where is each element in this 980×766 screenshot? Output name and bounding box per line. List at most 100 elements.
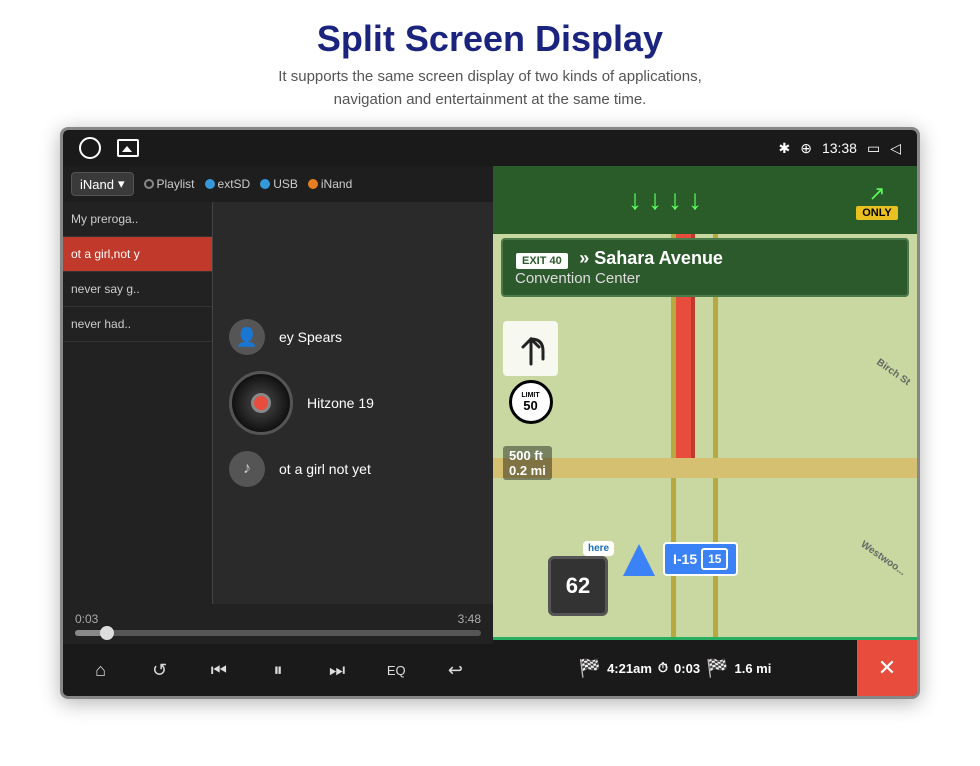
turn-icons: LIMIT 50 here — [503, 321, 558, 424]
vinyl-icon — [229, 371, 293, 435]
controls-bar: ⌂ ↺ ⏮ ⏸ ⏭ EQ ↩ — [63, 644, 493, 696]
split-area: iNand ▾ Playlist extSD USB — [63, 166, 917, 696]
eta-clock-icon: ⏱ — [658, 660, 668, 676]
progress-thumb[interactable] — [100, 626, 114, 640]
usb-radio — [260, 179, 270, 189]
source-extsd[interactable]: extSD — [205, 177, 251, 191]
image-icon — [117, 139, 139, 157]
status-bar: ✱ ⊕ 13:38 ▭ ◁ — [63, 130, 917, 166]
exit-sign: EXIT 40 » Sahara Avenue Convention Cente… — [501, 238, 909, 297]
status-bar-left — [79, 137, 139, 159]
only-arrow: ↗ — [869, 181, 886, 206]
circle-icon — [79, 137, 101, 159]
nav-bottom-bar: 🏁 4:21am ⏱ 0:03 🏁 1.6 mi ✕ — [493, 640, 917, 696]
total-time: 3:48 — [458, 612, 481, 626]
flag-end: 🏁 — [706, 658, 728, 679]
person-icon: 👤 — [229, 319, 265, 355]
page-subtitle: It supports the same screen display of t… — [0, 66, 980, 127]
turn-icon-box — [503, 321, 558, 376]
nav-arrow-1: ↓ — [628, 184, 642, 216]
eta-duration: 0:03 — [674, 661, 700, 676]
eta-time: 4:21am — [607, 661, 652, 676]
album-row: Hitzone 19 — [229, 371, 477, 435]
usb-label: USB — [273, 177, 298, 191]
source-selected-label: iNand — [80, 177, 114, 192]
only-text: ONLY — [856, 206, 898, 220]
next-button[interactable]: ⏭ — [319, 652, 355, 688]
eq-button[interactable]: EQ — [378, 652, 414, 688]
status-bar-right: ✱ ⊕ 13:38 ▭ ◁ — [778, 140, 901, 157]
nav-panel: Birch St Westwoo... ↓ ↓ ↓ ↓ ↗ ONLY EXIT … — [493, 166, 917, 696]
playlist-item-3[interactable]: never had.. — [63, 307, 212, 342]
source-playlist[interactable]: Playlist — [144, 177, 195, 191]
dist-500ft: 500 ft — [509, 448, 546, 463]
distance-text: 500 ft 0.2 mi — [503, 446, 552, 480]
nav-eta-section: 🏁 4:21am ⏱ 0:03 🏁 1.6 mi — [493, 658, 857, 679]
eta-distance: 1.6 mi — [734, 661, 771, 676]
exit-label: EXIT 40 — [515, 252, 569, 270]
nav-only-box: ↗ ONLY — [837, 166, 917, 234]
location-icon: ⊕ — [800, 140, 812, 157]
nav-arrow-3: ↓ — [668, 184, 682, 216]
inand-radio — [308, 179, 318, 189]
exit-poi: Convention Center — [515, 270, 895, 287]
here-logo: here — [583, 541, 614, 556]
back-icon: ◁ — [890, 140, 901, 157]
screen-icon: ▭ — [867, 140, 880, 157]
status-time: 13:38 — [822, 140, 857, 156]
now-playing-area: 👤 ey Spears Hitzone 19 ♪ — [213, 202, 493, 604]
playlist-item-1[interactable]: ot a girl,not y — [63, 237, 212, 272]
play-pause-button[interactable]: ⏸ — [260, 652, 296, 688]
track-info: 👤 ey Spears Hitzone 19 ♪ — [229, 319, 477, 487]
source-usb[interactable]: USB — [260, 177, 298, 191]
extsd-radio — [205, 179, 215, 189]
speed-indicator: 62 — [548, 556, 608, 616]
map-road-horizontal — [493, 458, 917, 478]
speed-limit-num: 50 — [523, 399, 537, 412]
nav-arrow-4: ↓ — [688, 184, 702, 216]
dropdown-chevron: ▾ — [118, 176, 125, 192]
flag-start: 🏁 — [579, 658, 601, 679]
music-panel: iNand ▾ Playlist extSD USB — [63, 166, 493, 696]
progress-area: 0:03 3:48 — [63, 604, 493, 644]
page-title: Split Screen Display — [0, 0, 980, 66]
speed-value: 62 — [566, 573, 590, 599]
dist-0.2mi: 0.2 mi — [509, 463, 546, 478]
device-frame: ✱ ⊕ 13:38 ▭ ◁ iNand ▾ Playlist — [60, 127, 920, 699]
highway-name: I-15 — [673, 551, 697, 567]
back-button[interactable]: ↩ — [437, 652, 473, 688]
source-options: Playlist extSD USB iNand — [144, 177, 353, 191]
artist-row: 👤 ey Spears — [229, 319, 477, 355]
music-icon: ♪ — [229, 451, 265, 487]
artist-name: ey Spears — [279, 329, 342, 345]
nav-arrows-section: ↓ ↓ ↓ ↓ — [493, 166, 837, 234]
home-button[interactable]: ⌂ — [83, 652, 119, 688]
person-symbol: 👤 — [236, 327, 258, 348]
source-bar: iNand ▾ Playlist extSD USB — [63, 166, 493, 202]
track-name: ot a girl not yet — [279, 461, 371, 477]
repeat-button[interactable]: ↺ — [142, 652, 178, 688]
source-dropdown[interactable]: iNand ▾ — [71, 172, 134, 196]
track-row: ♪ ot a girl not yet — [229, 451, 477, 487]
prev-button[interactable]: ⏮ — [201, 652, 237, 688]
playlist-label: Playlist — [157, 177, 195, 191]
speed-limit-sign: LIMIT 50 — [509, 380, 553, 424]
playlist-item-0[interactable]: My preroga.. — [63, 202, 212, 237]
turn-arrow-svg — [511, 329, 551, 369]
progress-times: 0:03 3:48 — [75, 612, 481, 626]
bluetooth-icon: ✱ — [778, 140, 790, 157]
nav-close-button[interactable]: ✕ — [857, 640, 917, 696]
elapsed-time: 0:03 — [75, 612, 98, 626]
extsd-label: extSD — [218, 177, 251, 191]
nav-arrow-2: ↓ — [648, 184, 662, 216]
nav-vehicle-arrow — [623, 544, 655, 576]
music-symbol: ♪ — [243, 460, 251, 478]
progress-bar[interactable] — [75, 630, 481, 636]
playlist-area: My preroga.. ot a girl,not y never say g… — [63, 202, 493, 604]
nav-top-banner: ↓ ↓ ↓ ↓ ↗ ONLY — [493, 166, 917, 234]
playlist-item-2[interactable]: never say g.. — [63, 272, 212, 307]
highway-shield: 15 — [701, 548, 728, 570]
exit-sign-line1: EXIT 40 » Sahara Avenue — [515, 248, 895, 270]
playlist-sidebar: My preroga.. ot a girl,not y never say g… — [63, 202, 213, 604]
source-inand[interactable]: iNand — [308, 177, 352, 191]
